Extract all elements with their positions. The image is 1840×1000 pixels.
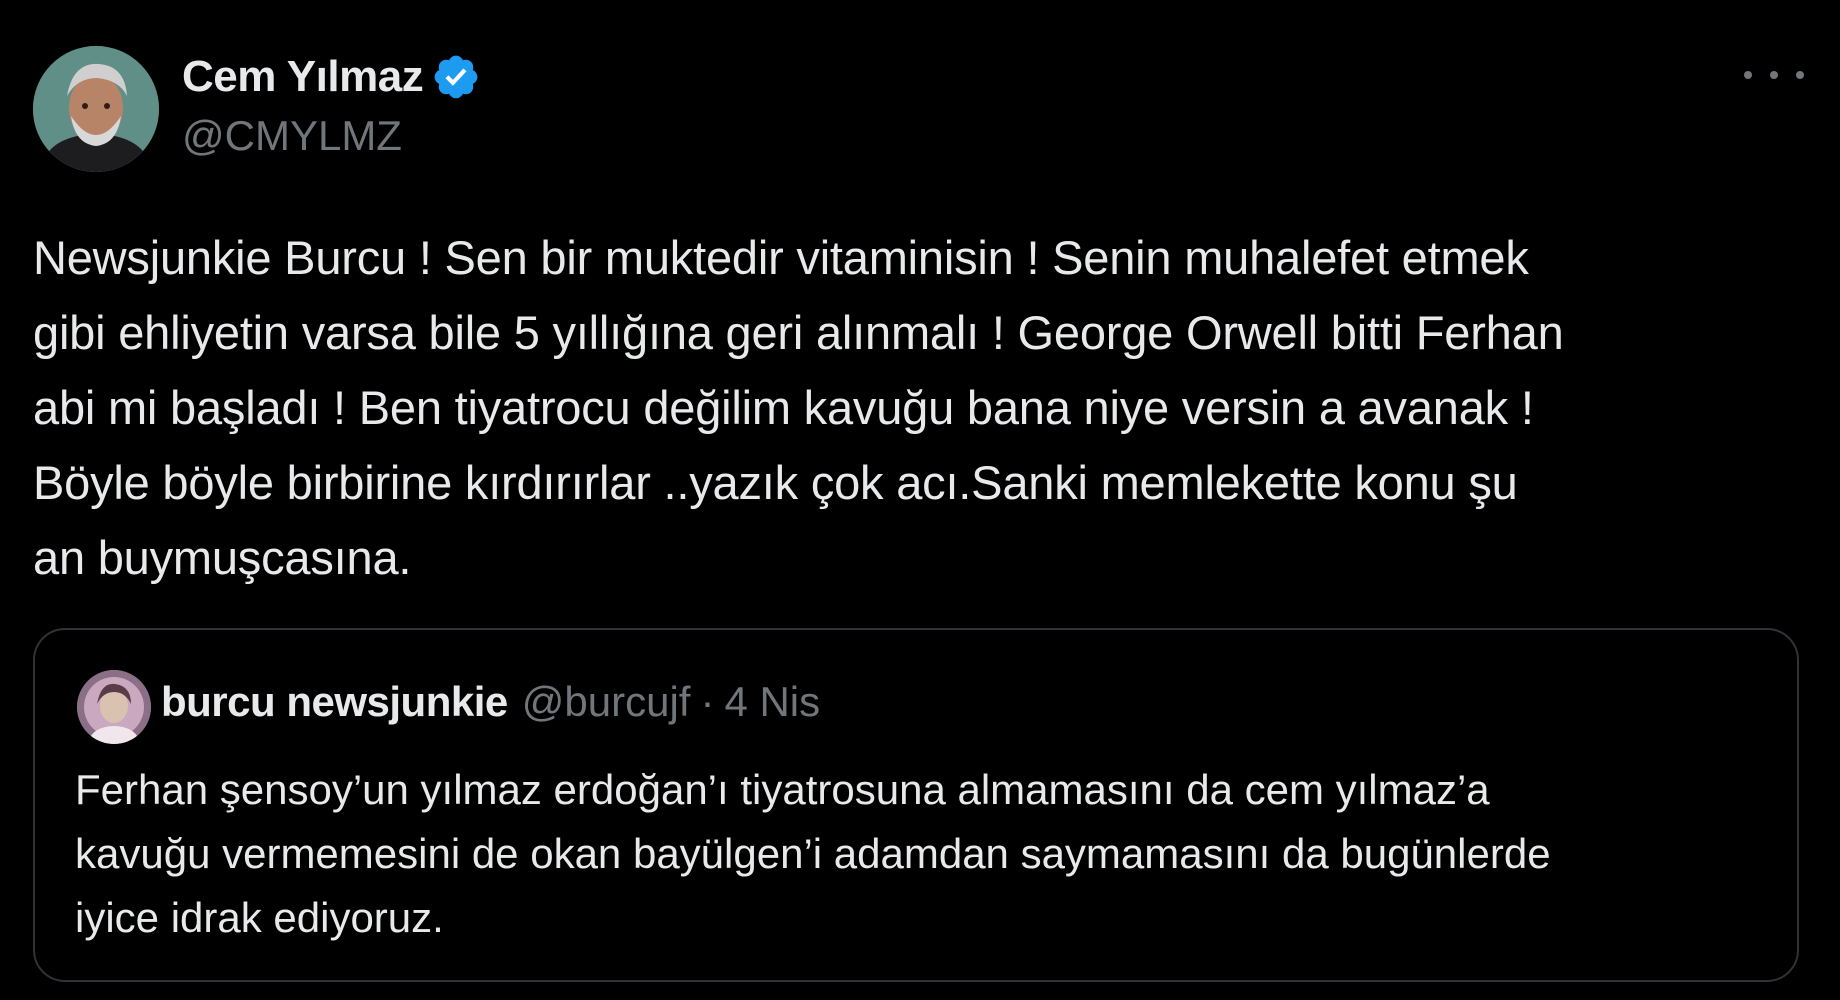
quoted-author-name[interactable]: burcu newsjunkie [161, 678, 508, 726]
author-display-name[interactable]: Cem Yılmaz [182, 52, 424, 102]
avatar-image [33, 46, 159, 172]
tweet-text: Newsjunkie Burcu ! Sen bir muktedir vita… [33, 231, 1564, 584]
quoted-tweet-card[interactable]: burcu newsjunkie @burcujf · 4 Nis Ferhan… [33, 628, 1799, 982]
more-options-icon[interactable] [1744, 60, 1804, 90]
quoted-tweet-header: burcu newsjunkie @burcujf · 4 Nis [161, 678, 820, 726]
verified-badge-icon [434, 55, 478, 99]
more-dot [1796, 71, 1804, 79]
tweet: Cem Yılmaz @CMYLMZ Newsjunkie Burcu ! Se… [0, 0, 1840, 1000]
more-dot [1744, 71, 1752, 79]
separator-dot: · [700, 678, 715, 725]
author-handle[interactable]: @CMYLMZ [182, 112, 402, 160]
author-name-row: Cem Yılmaz [182, 50, 481, 104]
quoted-tweet-date[interactable]: 4 Nis [724, 678, 820, 726]
more-dot [1770, 71, 1778, 79]
quoted-tweet-text: Ferhan şensoy’un yılmaz erdoğan’ı tiyatr… [75, 766, 1551, 941]
author-avatar[interactable] [33, 46, 159, 172]
quoted-author-avatar[interactable] [77, 670, 151, 744]
quoted-avatar-image [77, 670, 151, 744]
quoted-author-handle[interactable]: @burcujf [522, 678, 691, 726]
